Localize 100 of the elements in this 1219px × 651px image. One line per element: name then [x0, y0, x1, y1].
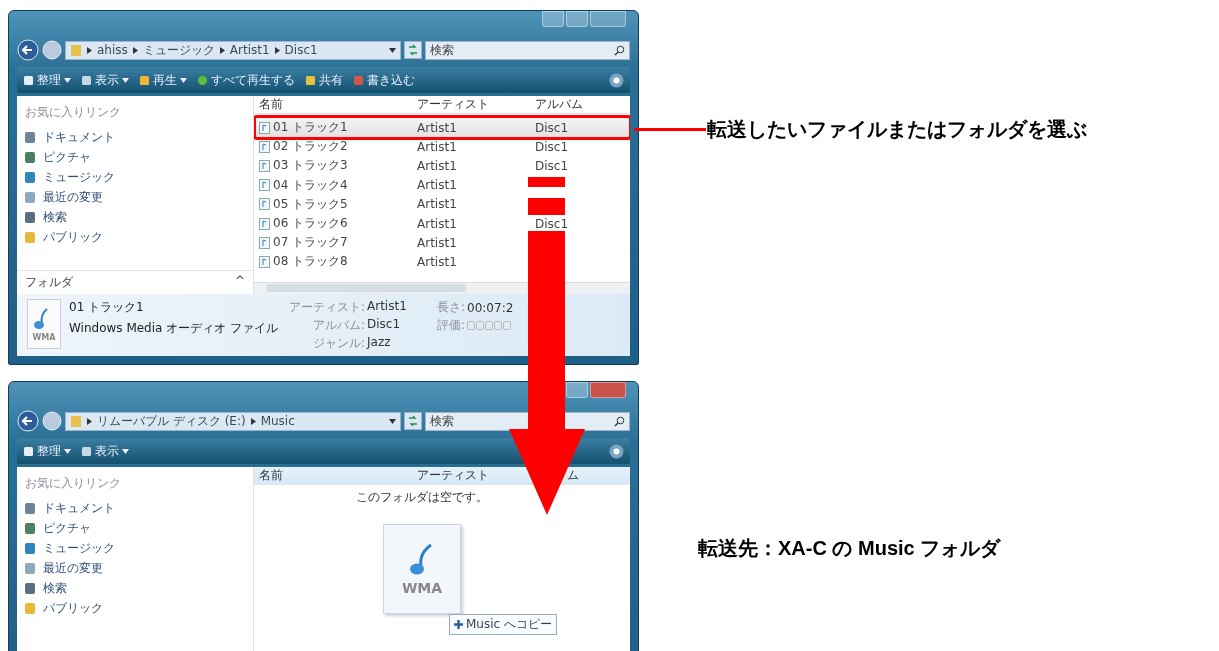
- file-row[interactable]: 03 トラック3 Artist1 Disc1: [254, 156, 630, 176]
- sidebar-icon: [25, 603, 35, 614]
- favorite-link[interactable]: 検索: [43, 580, 67, 597]
- dropdown-arrow-icon: [122, 77, 129, 83]
- file-name: 08 トラック8: [273, 253, 348, 271]
- file-name: 02 トラック2: [273, 138, 348, 156]
- dropdown-arrow-icon: [64, 448, 71, 454]
- forward-icon[interactable]: [42, 411, 62, 431]
- breadcrumb[interactable]: Music: [260, 414, 295, 428]
- artist-cell-text: Artist1: [417, 235, 458, 250]
- search-icon: [614, 415, 625, 427]
- favorite-link[interactable]: ミュージック: [43, 169, 115, 186]
- property-label: 長さ:: [437, 299, 466, 316]
- audio-file-icon: [259, 198, 270, 211]
- file-row[interactable]: 06 トラック6 Artist1 Disc1: [254, 213, 630, 234]
- property-value: Artist1: [367, 299, 407, 315]
- column-header[interactable]: ム: [567, 467, 579, 484]
- toolbar-button[interactable]: 整理: [23, 71, 71, 89]
- tooltip-text: Music へコピー: [466, 616, 552, 633]
- breadcrumb[interactable]: Artist1: [229, 43, 270, 57]
- toolbar-icon: [305, 74, 316, 86]
- search-field[interactable]: 検索: [425, 40, 630, 60]
- file-name: 07 トラック7: [273, 234, 348, 252]
- folder-icon: [70, 43, 82, 57]
- file-row[interactable]: 07 トラック7 Artist1: [254, 233, 630, 253]
- artist-cell-text: Artist1: [417, 216, 458, 231]
- breadcrumb[interactable]: ahiss: [97, 43, 128, 57]
- file-name: 03 トラック3: [273, 157, 348, 175]
- file-row[interactable]: 05 トラック5 Artist1: [254, 194, 630, 214]
- chevron-icon: [132, 46, 138, 54]
- section-heading: お気に入りリンク: [25, 104, 122, 121]
- property-value: Disc1: [367, 317, 401, 333]
- artist-cell-text: Artist1: [417, 178, 458, 193]
- toolbar-button[interactable]: 再生: [139, 71, 187, 89]
- file-type-label: WMA: [32, 332, 56, 342]
- dropdown-arrow-icon[interactable]: [389, 418, 396, 424]
- breadcrumb[interactable]: ミュージック: [142, 41, 215, 59]
- breadcrumb[interactable]: リムーバブル ディスク (E:): [97, 412, 246, 430]
- back-icon[interactable]: [17, 39, 39, 61]
- toolbar-button[interactable]: 書き込む: [353, 71, 415, 89]
- audio-file-icon: [259, 236, 270, 249]
- breadcrumb[interactable]: Disc1: [284, 43, 318, 57]
- chevron-icon: [219, 46, 225, 54]
- column-header[interactable]: アルバム: [535, 96, 583, 113]
- file-name: 01 トラック1: [273, 119, 348, 137]
- file-type: Windows Media オーディオ ファイル: [69, 320, 280, 337]
- column-header[interactable]: アーティスト: [417, 467, 489, 484]
- sidebar-icon: [25, 232, 35, 243]
- collapse-toggle[interactable]: ^: [234, 274, 245, 291]
- refresh-button[interactable]: [404, 41, 422, 59]
- artist-cell-text: Artist1: [417, 139, 458, 154]
- folder-icon: [70, 414, 82, 428]
- chevron-icon: [250, 417, 256, 425]
- album-cell-text: Disc1: [535, 216, 570, 231]
- album-cell-text: Disc1: [535, 139, 570, 154]
- toolbar-button[interactable]: 共有: [305, 71, 343, 89]
- column-header[interactable]: 名前: [259, 467, 283, 484]
- file-title: 01 トラック1: [69, 299, 145, 316]
- back-icon[interactable]: [17, 410, 39, 432]
- artist-cell-text: Artist1: [417, 158, 458, 173]
- file-row[interactable]: 02 トラック2 Artist1 Disc1: [254, 137, 630, 157]
- file-name: 04 トラック4: [273, 176, 348, 194]
- column-header[interactable]: 名前: [259, 96, 283, 113]
- property-label: ジャンル:: [311, 335, 365, 352]
- address-bar[interactable]: ahiss ミュージック Artist1 Disc1: [65, 40, 401, 60]
- sidebar-icon: [25, 503, 35, 514]
- favorite-link[interactable]: パブリック: [43, 600, 103, 617]
- property-value: Jazz: [367, 335, 391, 351]
- section-label[interactable]: フォルダ: [25, 274, 73, 291]
- property-label: 評価:: [437, 317, 466, 334]
- album-cell-text: Disc1: [535, 158, 570, 173]
- toolbar-button[interactable]: すべて再生する: [197, 71, 295, 89]
- dropdown-arrow-icon[interactable]: [389, 47, 396, 53]
- favorite-link[interactable]: ピクチャ: [43, 149, 91, 166]
- empty-folder-message: このフォルダは空です。: [355, 489, 489, 506]
- horizontal-scrollbar[interactable]: [254, 282, 630, 294]
- section-heading: お気に入りリンク: [25, 475, 122, 492]
- favorite-link[interactable]: ピクチャ: [43, 520, 91, 537]
- chevron-icon: [87, 46, 92, 54]
- dropdown-arrow-icon: [180, 77, 187, 83]
- file-row[interactable]: 04 トラック4 Artist1: [254, 175, 630, 195]
- toolbar-button[interactable]: 表示: [81, 442, 129, 460]
- refresh-button[interactable]: [404, 412, 422, 430]
- forward-icon[interactable]: [42, 40, 62, 60]
- favorite-link[interactable]: 最近の変更: [43, 560, 103, 577]
- favorite-link[interactable]: 最近の変更: [43, 189, 103, 206]
- audio-file-icon: [259, 159, 270, 172]
- file-row[interactable]: 01 トラック1 Artist1 Disc1: [254, 118, 630, 138]
- favorite-link[interactable]: パブリック: [43, 229, 103, 246]
- favorite-link[interactable]: 検索: [43, 209, 67, 226]
- column-header[interactable]: アーティスト: [417, 96, 489, 113]
- toolbar-button[interactable]: 表示: [81, 71, 129, 89]
- rating-stars[interactable]: [467, 321, 512, 330]
- address-bar[interactable]: リムーバブル ディスク (E:) Music: [65, 411, 401, 431]
- close-button[interactable]: [590, 382, 626, 398]
- favorite-link[interactable]: ミュージック: [43, 540, 115, 557]
- favorite-link[interactable]: ドキュメント: [43, 500, 115, 517]
- toolbar-button[interactable]: 整理: [23, 442, 71, 460]
- favorite-link[interactable]: ドキュメント: [43, 129, 115, 146]
- file-row[interactable]: 08 トラック8 Artist1: [254, 252, 630, 272]
